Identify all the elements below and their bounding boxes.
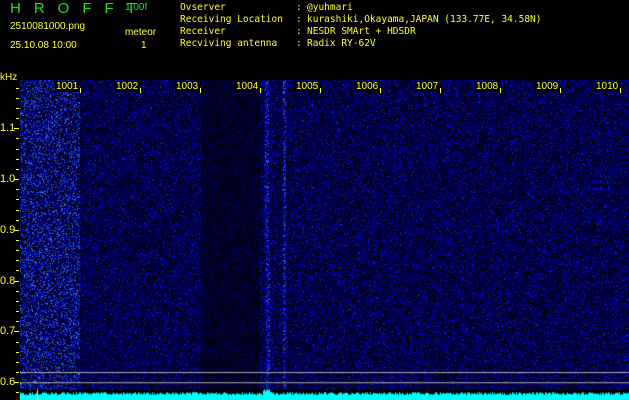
info-colon: : — [296, 38, 302, 49]
y-minor-tick — [16, 168, 19, 170]
y-minor-tick — [16, 209, 19, 211]
y-tick-label: 1.1 — [0, 122, 16, 135]
y-minor-tick — [16, 361, 19, 363]
info-label: Receiver — [180, 26, 226, 37]
info-label: Receiving Location — [180, 14, 283, 25]
y-minor-tick — [16, 118, 19, 120]
spectrogram — [20, 80, 629, 400]
y-minor-tick — [16, 382, 19, 384]
x-tick — [140, 88, 141, 93]
x-tick-label: 1006 — [355, 81, 380, 92]
y-minor-tick — [16, 97, 19, 99]
y-minor-tick — [16, 341, 19, 343]
info-value: Radix RY-62V — [307, 38, 376, 49]
y-minor-tick — [16, 240, 19, 241]
x-tick-label: 1005 — [295, 81, 320, 92]
x-tick-label: 1003 — [175, 81, 200, 92]
y-minor-tick — [16, 290, 19, 292]
y-minor-tick — [16, 331, 19, 333]
y-tick-label: 1.0 — [0, 173, 16, 186]
info-value: @yuhmari — [307, 2, 353, 13]
info-colon: : — [296, 26, 302, 37]
x-tick-label: 1008 — [475, 81, 500, 92]
y-minor-tick — [16, 311, 19, 313]
y-minor-tick — [16, 219, 19, 221]
x-tick — [380, 88, 381, 93]
info-label: Ovserver — [180, 2, 226, 13]
x-tick — [560, 88, 561, 93]
y-tick-label: 0.8 — [0, 274, 16, 287]
x-tick-label: 1007 — [415, 81, 440, 92]
x-tick — [320, 88, 321, 93]
y-minor-tick — [16, 372, 19, 374]
y-tick-label: 0.9 — [0, 223, 16, 236]
y-tick-label: 0.6 — [0, 376, 16, 389]
x-tick-label: 1004 — [235, 81, 260, 92]
y-minor-tick — [16, 300, 19, 302]
version: 1.00f — [125, 2, 148, 13]
y-minor-tick — [16, 250, 19, 252]
y-minor-tick — [16, 321, 19, 323]
y-minor-tick — [16, 179, 19, 181]
y-axis-unit: kHz — [0, 72, 18, 83]
x-tick-label: 1009 — [535, 81, 560, 92]
x-tick-label: 1010 — [595, 81, 620, 92]
info-value: kurashiki,Okayama,JAPAN (133.77E, 34.58N… — [307, 14, 542, 25]
info-value: NESDR SMArt + HDSDR — [307, 26, 416, 37]
y-minor-tick — [16, 280, 19, 282]
x-tick — [80, 88, 81, 93]
info-colon: : — [296, 14, 302, 25]
y-minor-tick — [16, 351, 19, 353]
datetime: 25.10.08 10:00 — [10, 40, 77, 51]
y-minor-tick — [16, 270, 19, 272]
y-minor-tick — [16, 138, 19, 140]
y-minor-tick — [16, 229, 19, 231]
meteor-label: meteor — [125, 27, 157, 38]
info-colon: : — [296, 2, 302, 13]
y-minor-tick — [16, 128, 19, 130]
y-tick-label: 0.7 — [0, 325, 16, 338]
y-minor-tick — [16, 260, 19, 262]
x-tick — [260, 88, 261, 93]
y-minor-tick — [16, 87, 19, 89]
filename: 2510081000.png — [10, 21, 86, 32]
x-tick-label: 1002 — [115, 81, 140, 92]
x-tick — [200, 88, 201, 93]
y-minor-tick — [16, 189, 19, 191]
x-tick — [500, 88, 501, 93]
y-minor-tick — [16, 392, 19, 394]
x-tick — [620, 88, 621, 93]
y-minor-tick — [16, 199, 19, 201]
y-minor-tick — [16, 158, 19, 160]
y-minor-tick — [16, 107, 19, 109]
x-tick — [440, 88, 441, 93]
meteor-count: 1 — [141, 40, 147, 51]
info-label: Recviving antenna — [180, 38, 278, 49]
x-tick-label: 1001 — [55, 81, 80, 92]
y-minor-tick — [16, 148, 19, 150]
